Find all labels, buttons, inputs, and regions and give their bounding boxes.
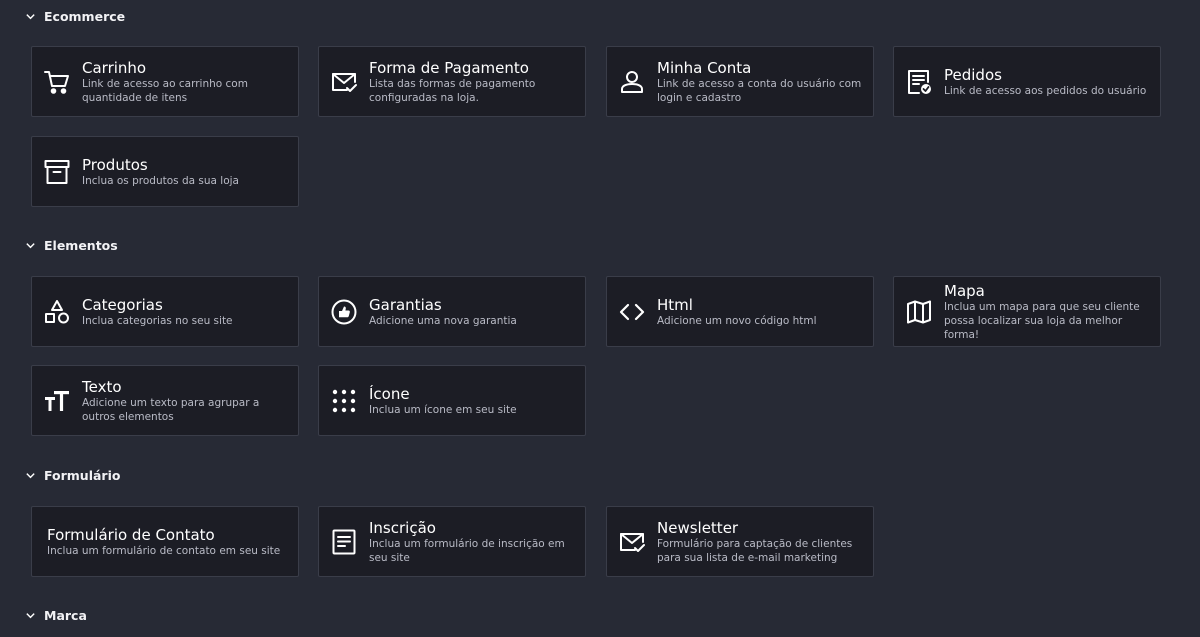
card-description: Lista das formas de pagamento configurad…: [369, 77, 536, 104]
section-header-marca[interactable]: Marca: [25, 608, 87, 623]
chevron-down-icon: [26, 613, 35, 619]
card-description: Link de acesso aos pedidos do usuário: [944, 84, 1147, 97]
card-title: Minha Conta: [657, 58, 752, 77]
card-title: Garantias: [369, 295, 442, 314]
card-title: Newsletter: [657, 518, 739, 537]
map-icon: [906, 299, 932, 325]
card-title: Html: [657, 295, 693, 314]
card-html[interactable]: Html Adicione um novo código html: [606, 276, 874, 347]
chevron-down-icon: [26, 473, 35, 479]
card-title: Pedidos: [944, 65, 1002, 84]
card-description: Link de acesso ao carrinho com quantidad…: [82, 77, 248, 104]
card-description: Link de acesso a conta do usuário com lo…: [657, 77, 862, 104]
mail-check-icon: [619, 529, 645, 555]
receipt-check-icon: [906, 69, 932, 95]
card-forma-de-pagamento[interactable]: Forma de Pagamento Lista das formas de p…: [318, 46, 586, 117]
chevron-down-icon: [26, 14, 35, 20]
card-title: Ícone: [369, 384, 410, 403]
card-title: Produtos: [82, 155, 148, 174]
archive-box-icon: [44, 159, 70, 185]
cart-icon: [44, 69, 70, 95]
card-icone[interactable]: Ícone Inclua um ícone em seu site: [318, 365, 586, 436]
card-title: Mapa: [944, 281, 985, 300]
card-description: Formulário para captação de clientes par…: [657, 537, 853, 564]
card-title: Texto: [82, 377, 122, 396]
document-lines-icon: [331, 529, 357, 555]
section-header-elementos[interactable]: Elementos: [25, 238, 118, 253]
section-title-formulario: Formulário: [44, 468, 121, 483]
chevron-down-icon: [26, 243, 35, 249]
card-inscricao[interactable]: Inscrição Inclua um formulário de inscri…: [318, 506, 586, 577]
card-categorias[interactable]: Categorias Inclua categorias no seu site: [31, 276, 299, 347]
card-description: Inclua os produtos da sua loja: [82, 174, 239, 187]
section-title-ecommerce: Ecommerce: [44, 9, 126, 24]
section-header-ecommerce[interactable]: Ecommerce: [25, 9, 125, 24]
card-description: Inclua um ícone em seu site: [369, 403, 517, 416]
card-description: Adicione um texto para agrupar a outros …: [82, 396, 260, 423]
shapes-icon: [44, 299, 70, 325]
card-carrinho[interactable]: Carrinho Link de acesso ao carrinho com …: [31, 46, 299, 117]
card-formulario-de-contato[interactable]: Formulário de Contato Inclua um formulár…: [31, 506, 299, 577]
user-icon: [619, 69, 645, 95]
card-description: Adicione uma nova garantia: [369, 314, 517, 327]
card-produtos[interactable]: Produtos Inclua os produtos da sua loja: [31, 136, 299, 207]
card-minha-conta[interactable]: Minha Conta Link de acesso a conta do us…: [606, 46, 874, 117]
code-icon: [619, 299, 645, 325]
card-title: Inscrição: [369, 518, 436, 537]
card-title: Formulário de Contato: [47, 525, 215, 544]
card-description: Inclua categorias no seu site: [82, 314, 233, 327]
card-newsletter[interactable]: Newsletter Formulário para captação de c…: [606, 506, 874, 577]
card-title: Forma de Pagamento: [369, 58, 529, 77]
dots-grid-icon: [331, 388, 357, 414]
section-header-formulario[interactable]: Formulário: [25, 468, 120, 483]
mail-check-icon: [331, 69, 357, 95]
card-description: Adicione um novo código html: [657, 314, 817, 327]
card-title: Carrinho: [82, 58, 147, 77]
card-description: Inclua um mapa para que seu cliente poss…: [944, 300, 1140, 341]
section-title-elementos: Elementos: [44, 238, 118, 253]
card-pedidos[interactable]: Pedidos Link de acesso aos pedidos do us…: [893, 46, 1161, 117]
card-mapa[interactable]: Mapa Inclua um mapa para que seu cliente…: [893, 276, 1161, 347]
section-title-marca: Marca: [44, 608, 87, 623]
card-description: Inclua um formulário de contato em seu s…: [47, 544, 281, 557]
card-description: Inclua um formulário de inscrição em seu…: [369, 537, 565, 564]
text-size-icon: [44, 388, 70, 414]
thumbs-up-circle-icon: [331, 299, 357, 325]
card-title: Categorias: [82, 295, 163, 314]
card-texto[interactable]: Texto Adicione um texto para agrupar a o…: [31, 365, 299, 436]
card-garantias[interactable]: Garantias Adicione uma nova garantia: [318, 276, 586, 347]
